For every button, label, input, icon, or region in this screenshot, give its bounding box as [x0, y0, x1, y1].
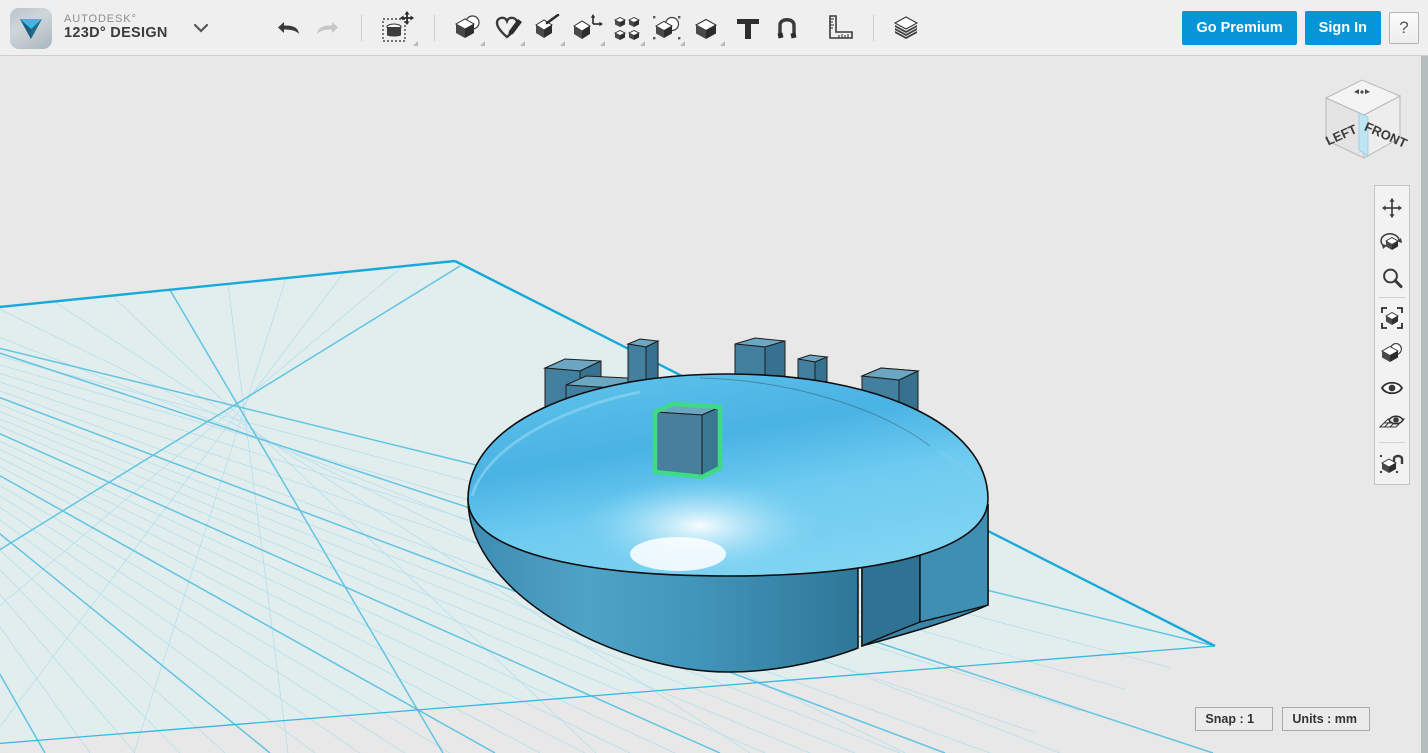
pattern-four-cubes-icon[interactable] [608, 6, 648, 50]
magnifier-icon[interactable] [1375, 260, 1409, 295]
modify-cube-arrows-icon[interactable] [568, 6, 608, 50]
status-bar: Snap : 1 Units : mm [1195, 707, 1370, 731]
right-gutter [1421, 56, 1428, 753]
dropdown-caret-icon [680, 41, 685, 46]
dropdown-caret-icon [413, 41, 418, 46]
undo-button[interactable] [268, 6, 308, 50]
material-stack-icon[interactable] [887, 6, 927, 50]
text-t-icon[interactable] [728, 6, 768, 50]
brand-title: 123D° DESIGN [64, 26, 168, 41]
app-window: AUTODESK° 123D° DESIGN [0, 0, 1428, 753]
autodesk-123d-logo-icon [10, 7, 52, 49]
toolbar-separator [873, 15, 874, 41]
pan-arrows-icon[interactable] [1375, 190, 1409, 225]
navigation-toolbar [1374, 185, 1410, 485]
group-cube-icon[interactable] [688, 6, 728, 50]
dropdown-caret-icon [600, 41, 605, 46]
snap-magnet-icon[interactable] [768, 6, 808, 50]
brand-text: AUTODESK° 123D° DESIGN [64, 14, 168, 41]
shading-cube-icon[interactable] [1375, 335, 1409, 370]
brand-block: AUTODESK° 123D° DESIGN [0, 7, 212, 49]
transform-cube-move-icon[interactable] [375, 6, 421, 50]
toolbar-separator [434, 15, 435, 41]
grid-eye-icon[interactable] [1375, 405, 1409, 440]
measure-ruler-icon[interactable] [820, 6, 860, 50]
app-header: AUTODESK° 123D° DESIGN [0, 0, 1428, 56]
header-actions: Go Premium Sign In ? [1182, 11, 1428, 45]
eye-icon[interactable] [1375, 370, 1409, 405]
fit-to-screen-icon[interactable] [1375, 300, 1409, 335]
sign-in-button[interactable]: Sign In [1305, 11, 1381, 45]
viewport-canvas[interactable]: LEFT FRONT [0, 56, 1428, 753]
combine-boolean-icon[interactable] [648, 6, 688, 50]
3d-scene [0, 56, 1428, 753]
construct-extrude-icon[interactable] [528, 6, 568, 50]
dropdown-caret-icon [640, 41, 645, 46]
chevron-down-icon[interactable] [190, 17, 212, 39]
toolbar-separator [361, 15, 362, 41]
units-status[interactable]: Units : mm [1282, 707, 1370, 731]
orbit-cube-icon[interactable] [1375, 225, 1409, 260]
brand-supertitle: AUTODESK° [64, 14, 168, 26]
rim-tab-selected [655, 404, 720, 477]
snap-cube-magnet-icon[interactable] [1375, 445, 1409, 480]
sketch-pencil-icon[interactable] [488, 6, 528, 50]
dropdown-caret-icon [560, 41, 565, 46]
go-premium-button[interactable]: Go Premium [1182, 11, 1296, 45]
dropdown-caret-icon [480, 41, 485, 46]
primitives-cube-sphere-icon[interactable] [448, 6, 488, 50]
redo-button[interactable] [308, 6, 348, 50]
snap-status[interactable]: Snap : 1 [1195, 707, 1273, 731]
dropdown-caret-icon [720, 41, 725, 46]
main-toolbar [268, 0, 927, 56]
help-button[interactable]: ? [1389, 12, 1419, 44]
dropdown-caret-icon [520, 41, 525, 46]
toolbar-divider [1379, 442, 1405, 443]
view-cube-icon[interactable]: LEFT FRONT [1314, 72, 1410, 164]
toolbar-divider [1379, 297, 1405, 298]
